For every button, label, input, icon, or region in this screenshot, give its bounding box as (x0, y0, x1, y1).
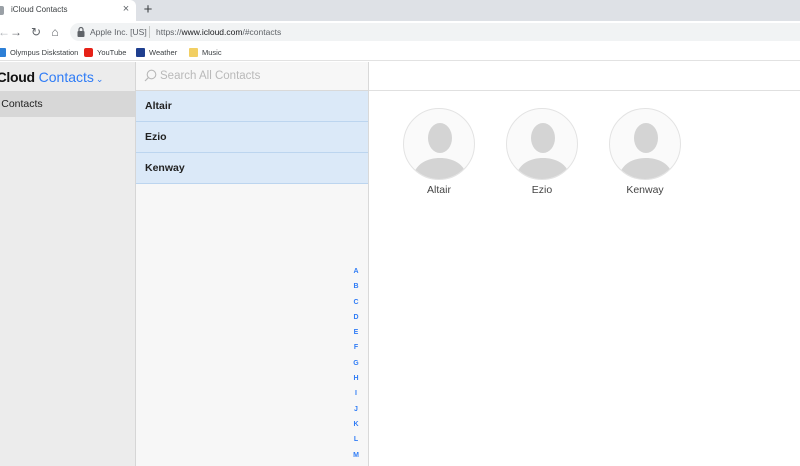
index-letter-j[interactable]: J (348, 402, 364, 417)
sidebar-item-label: l Contacts (0, 98, 43, 110)
detail-header (369, 62, 800, 91)
new-tab-button[interactable]: + (140, 1, 156, 19)
sidebar-item-all-contacts[interactable]: l Contacts (0, 91, 135, 117)
browser-toolbar: ← → ↻ ⌂ Apple Inc. [US] https://www.iclo… (0, 21, 800, 43)
contact-row-altair[interactable]: Altair (136, 91, 368, 122)
bookmark-label: Weather (149, 47, 178, 57)
bookmark-label: Olympus Diskstation (10, 47, 79, 57)
alphabet-index: A B C D E F G H I J K L M (348, 264, 364, 463)
card-name: Altair (427, 184, 451, 196)
bookmark-label: Music (202, 47, 222, 57)
contact-list-pane: Altair Ezio Kenway A B C D E F G H I J K… (136, 62, 416, 466)
contact-card-ezio[interactable]: Ezio (506, 108, 580, 196)
index-letter-c[interactable]: C (348, 295, 364, 310)
url-prefix: https:// (156, 27, 182, 37)
index-letter-l[interactable]: L (348, 432, 364, 447)
tab-favicon-icon (0, 6, 4, 15)
folder-icon (189, 47, 198, 57)
index-letter-e[interactable]: E (348, 325, 364, 340)
search-input[interactable] (160, 67, 360, 85)
index-letter-g[interactable]: G (348, 356, 364, 371)
app-name: Contacts (38, 69, 94, 85)
tab-close-icon[interactable]: × (120, 3, 132, 16)
index-letter-i[interactable]: I (348, 386, 364, 401)
weather-icon (136, 47, 145, 57)
contact-name: Ezio (145, 131, 167, 143)
card-name: Kenway (626, 184, 664, 196)
tab-title: iCloud Contacts (11, 5, 68, 14)
bookmark-olympus-diskstation[interactable]: Olympus Diskstation (0, 46, 78, 58)
groups-sidebar: iCloud Contacts⌄ l Contacts (0, 62, 136, 466)
contact-name: Altair (145, 100, 172, 112)
contact-card-altair[interactable]: Altair (403, 108, 477, 196)
icloud-contacts-app: iCloud Contacts⌄ l Contacts Altair Ezio … (0, 62, 800, 466)
chevron-down-icon: ⌄ (95, 74, 104, 84)
contact-row-kenway[interactable]: Kenway (136, 153, 368, 184)
bookmark-weather[interactable]: Weather (136, 46, 177, 58)
avatar (506, 108, 578, 180)
url-text[interactable]: https://www.icloud.com/#contacts (156, 27, 281, 37)
person-silhouette-icon (515, 123, 571, 179)
contact-name: Kenway (145, 162, 185, 174)
url-host: www.icloud.com (181, 27, 243, 37)
lock-icon (77, 26, 85, 37)
search-icon (144, 69, 157, 82)
index-letter-f[interactable]: F (348, 340, 364, 355)
url-path: /#contacts (242, 27, 282, 37)
index-letter-h[interactable]: H (348, 371, 364, 386)
index-letter-k[interactable]: K (348, 417, 364, 432)
index-letter-b[interactable]: B (348, 279, 364, 294)
reload-icon[interactable]: ↻ (29, 24, 43, 40)
avatar (403, 108, 475, 180)
person-silhouette-icon (618, 123, 674, 179)
contact-card-kenway[interactable]: Kenway (609, 108, 683, 196)
contact-detail-pane: Altair Ezio Kenway (369, 62, 800, 466)
card-name: Ezio (531, 184, 553, 196)
bookmark-music[interactable]: Music (189, 46, 222, 58)
avatar (609, 108, 681, 180)
index-letter-a[interactable]: A (348, 264, 364, 279)
tab-strip: iCloud Contacts × + (0, 0, 800, 21)
bookmark-youtube[interactable]: YouTube (84, 46, 126, 58)
search-bar (136, 62, 368, 91)
address-bar[interactable]: Apple Inc. [US] https://www.icloud.com/#… (70, 23, 800, 41)
icloud-logo: iCloud (0, 69, 35, 85)
forward-icon[interactable]: → (9, 24, 23, 40)
contact-row-ezio[interactable]: Ezio (136, 122, 368, 153)
person-silhouette-icon (412, 123, 468, 179)
bookmarks-bar: Olympus Diskstation YouTube Weather Musi… (0, 43, 800, 61)
browser-tab[interactable]: iCloud Contacts × (0, 0, 136, 21)
address-divider (149, 26, 150, 38)
diskstation-icon (0, 47, 6, 57)
youtube-icon (84, 47, 93, 57)
home-icon[interactable]: ⌂ (48, 24, 62, 40)
index-letter-d[interactable]: D (348, 310, 364, 325)
site-identity-label: Apple Inc. [US] (90, 27, 147, 37)
bookmark-label: YouTube (97, 47, 127, 57)
index-letter-m[interactable]: M (348, 448, 364, 463)
app-header: iCloud Contacts⌄ (0, 69, 103, 85)
app-switcher[interactable]: Contacts ⌄ (39, 69, 104, 85)
